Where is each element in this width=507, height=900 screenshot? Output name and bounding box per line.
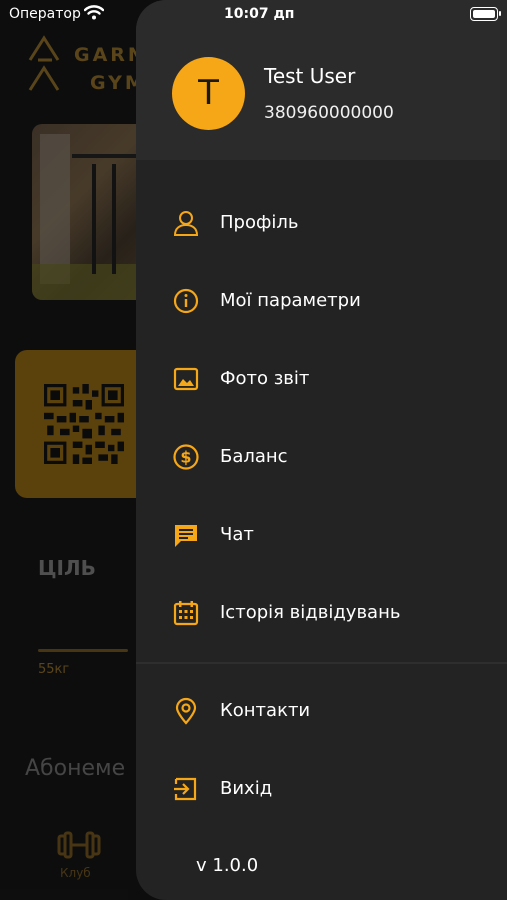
menu-item-photo-report[interactable]: Фото звіт xyxy=(136,349,507,409)
menu-item-label: Історія відвідувань xyxy=(220,602,401,623)
location-pin-icon xyxy=(175,697,197,725)
menu-item-label: Профіль xyxy=(220,212,299,233)
menu-divider xyxy=(136,662,507,664)
clock: 10:07 дп xyxy=(224,6,295,22)
dollar-icon: $ xyxy=(173,444,199,470)
user-phone: 380960000000 xyxy=(264,103,394,123)
image-icon xyxy=(173,367,199,391)
navigation-drawer: T Test User 380960000000 Профіль Мої пар… xyxy=(136,0,507,900)
calendar-icon xyxy=(173,601,199,626)
menu-item-label: Вихід xyxy=(220,778,273,799)
menu-item-label: Баланс xyxy=(220,446,288,467)
svg-text:$: $ xyxy=(180,448,191,467)
menu-item-label: Фото звіт xyxy=(220,368,310,389)
logout-icon xyxy=(174,777,197,801)
menu-item-label: Чат xyxy=(220,524,254,545)
menu-item-profile[interactable]: Профіль xyxy=(136,193,507,253)
avatar[interactable]: T xyxy=(172,57,245,130)
menu-item-chat[interactable]: Чат xyxy=(136,505,507,565)
user-name: Test User xyxy=(264,64,356,88)
menu-item-balance[interactable]: $ Баланс xyxy=(136,427,507,487)
carrier-label: Оператор xyxy=(9,6,81,22)
chat-icon xyxy=(175,525,197,547)
app-version: v 1.0.0 xyxy=(196,855,259,876)
menu-item-label: Мої параметри xyxy=(220,290,361,311)
person-icon xyxy=(173,211,199,236)
status-bar: Оператор 10:07 дп xyxy=(0,0,507,28)
info-icon xyxy=(173,288,199,314)
battery-icon xyxy=(470,7,501,21)
wifi-icon xyxy=(84,5,104,20)
menu-item-label: Контакти xyxy=(220,700,311,721)
menu-item-contacts[interactable]: Контакти xyxy=(136,681,507,741)
menu-item-logout[interactable]: Вихід xyxy=(136,759,507,819)
menu-item-parameters[interactable]: Мої параметри xyxy=(136,271,507,331)
menu-item-visit-history[interactable]: Історія відвідувань xyxy=(136,583,507,643)
